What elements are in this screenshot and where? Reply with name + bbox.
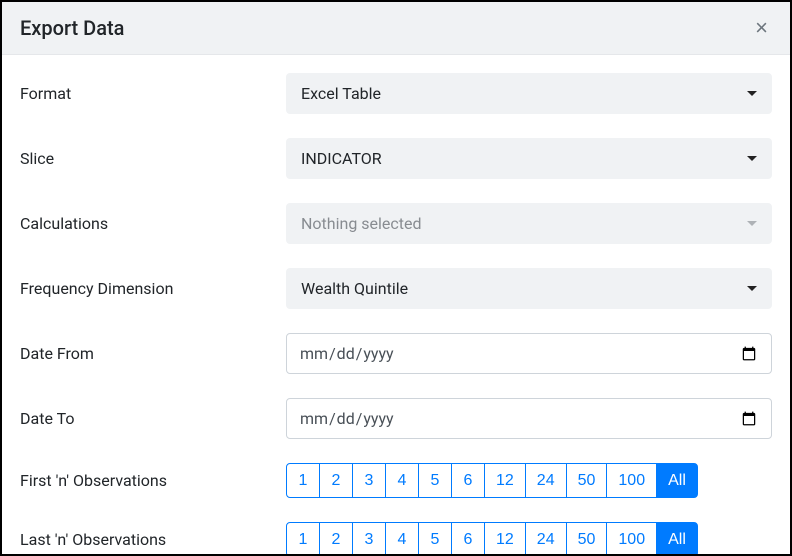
slice-dropdown[interactable]: INDICATOR (286, 138, 772, 179)
frequency-dropdown[interactable]: Wealth Quintile (286, 268, 772, 309)
caret-down-icon (747, 286, 757, 291)
date-to-row: Date To (20, 398, 772, 439)
last-n-option-5[interactable]: 5 (418, 522, 452, 554)
calculations-value: Nothing selected (301, 214, 422, 233)
close-button[interactable]: × (751, 17, 772, 39)
last-n-option-2[interactable]: 2 (319, 522, 353, 554)
format-value: Excel Table (301, 84, 381, 103)
last-n-option-6[interactable]: 6 (451, 522, 485, 554)
date-from-label: Date From (20, 344, 286, 363)
format-row: Format Excel Table (20, 73, 772, 114)
export-data-dialog: Export Data × Format Excel Table Slice I… (0, 0, 792, 556)
frequency-label: Frequency Dimension (20, 279, 286, 298)
last-n-option-4[interactable]: 4 (385, 522, 419, 554)
calculations-dropdown[interactable]: Nothing selected (286, 203, 772, 244)
first-n-option-2[interactable]: 2 (319, 463, 353, 498)
first-n-option-1[interactable]: 1 (286, 463, 320, 498)
first-n-option-100[interactable]: 100 (606, 463, 657, 498)
last-n-option-50[interactable]: 50 (566, 522, 608, 554)
last-n-label: Last 'n' Observations (20, 530, 286, 549)
last-n-option-3[interactable]: 3 (352, 522, 386, 554)
dialog-body: Format Excel Table Slice INDICATOR Calcu… (2, 55, 790, 554)
calculations-label: Calculations (20, 214, 286, 233)
last-n-option-1[interactable]: 1 (286, 522, 320, 554)
caret-down-icon (747, 221, 757, 226)
first-n-row: First 'n' Observations 123456122450100Al… (20, 463, 772, 498)
slice-value: INDICATOR (301, 149, 382, 168)
caret-down-icon (747, 91, 757, 96)
first-n-group: 123456122450100All (286, 463, 698, 498)
format-dropdown[interactable]: Excel Table (286, 73, 772, 114)
last-n-option-24[interactable]: 24 (525, 522, 567, 554)
date-to-label: Date To (20, 409, 286, 428)
first-n-label: First 'n' Observations (20, 471, 286, 490)
first-n-option-24[interactable]: 24 (525, 463, 567, 498)
first-n-option-12[interactable]: 12 (484, 463, 526, 498)
date-from-row: Date From (20, 333, 772, 374)
first-n-option-all[interactable]: All (656, 463, 698, 498)
last-n-group: 123456122450100All (286, 522, 698, 554)
first-n-option-6[interactable]: 6 (451, 463, 485, 498)
dialog-title: Export Data (20, 16, 124, 40)
last-n-option-12[interactable]: 12 (484, 522, 526, 554)
calculations-row: Calculations Nothing selected (20, 203, 772, 244)
format-label: Format (20, 84, 286, 103)
frequency-value: Wealth Quintile (301, 279, 408, 298)
first-n-option-50[interactable]: 50 (566, 463, 608, 498)
last-n-option-all[interactable]: All (656, 522, 698, 554)
first-n-option-4[interactable]: 4 (385, 463, 419, 498)
slice-label: Slice (20, 149, 286, 168)
date-from-input[interactable] (286, 333, 772, 374)
slice-row: Slice INDICATOR (20, 138, 772, 179)
frequency-row: Frequency Dimension Wealth Quintile (20, 268, 772, 309)
last-n-option-100[interactable]: 100 (606, 522, 657, 554)
caret-down-icon (747, 156, 757, 161)
dialog-header: Export Data × (2, 2, 790, 55)
last-n-row: Last 'n' Observations 123456122450100All (20, 522, 772, 554)
first-n-option-5[interactable]: 5 (418, 463, 452, 498)
first-n-option-3[interactable]: 3 (352, 463, 386, 498)
date-to-input[interactable] (286, 398, 772, 439)
